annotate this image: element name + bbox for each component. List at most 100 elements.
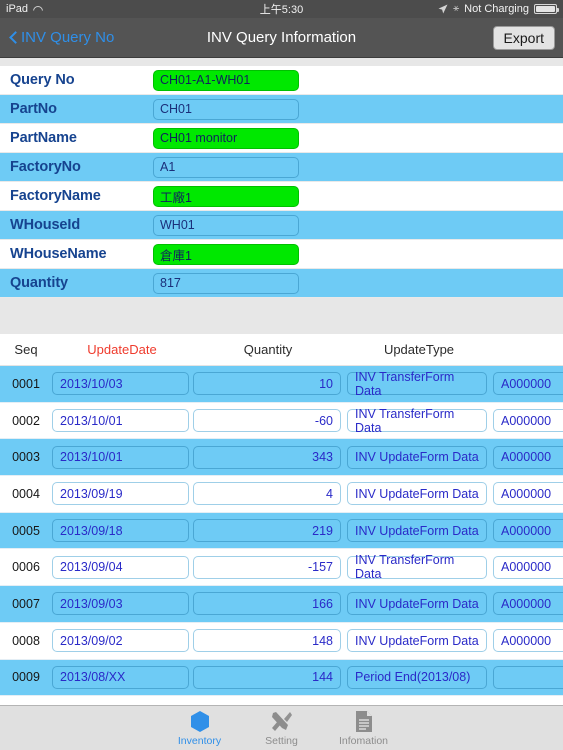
cell-extra[interactable]: A000000 bbox=[493, 592, 563, 616]
cell-extra[interactable]: A000000 bbox=[493, 372, 563, 396]
table-header-row: Seq UpdateDate Quantity UpdateType bbox=[0, 334, 563, 366]
column-header-update-date[interactable]: UpdateDate bbox=[52, 342, 192, 357]
cell-extra[interactable] bbox=[493, 665, 563, 689]
part-name-field[interactable]: CH01 monitor bbox=[153, 127, 299, 149]
cell-quantity[interactable]: 144 bbox=[193, 665, 341, 689]
cell-update-date[interactable]: 2013/09/19 bbox=[52, 482, 189, 506]
table-row[interactable]: 0006 2013/09/04 -157 INV TransferForm Da… bbox=[0, 549, 563, 587]
cell-seq: 0006 bbox=[12, 560, 40, 575]
cell-quantity[interactable]: 4 bbox=[193, 482, 341, 506]
section-spacer bbox=[0, 298, 563, 334]
form-row-part-no: PartNo CH01 bbox=[0, 95, 563, 124]
cell-seq: 0002 bbox=[12, 413, 40, 428]
table-row[interactable]: 0001 2013/10/03 10 INV TransferForm Data… bbox=[0, 366, 563, 403]
cell-update-date[interactable]: 2013/10/03 bbox=[52, 372, 189, 396]
table-row[interactable]: 0004 2013/09/19 4 INV UpdateForm Data A0… bbox=[0, 476, 563, 513]
table-row[interactable]: 0002 2013/10/01 -60 INV TransferForm Dat… bbox=[0, 402, 563, 440]
tab-inventory-label: Inventory bbox=[177, 734, 222, 747]
quantity-field[interactable]: 817 bbox=[153, 272, 299, 294]
factory-name-field[interactable]: 工廠1 bbox=[153, 185, 299, 207]
back-button[interactable]: INV Query No bbox=[8, 29, 114, 46]
tab-inventory[interactable]: Inventory bbox=[159, 710, 241, 747]
location-arrow-icon bbox=[438, 4, 448, 14]
cell-quantity[interactable]: 148 bbox=[193, 629, 341, 653]
cell-update-date[interactable]: 2013/10/01 bbox=[52, 445, 189, 469]
form-row-quantity: Quantity 817 bbox=[0, 269, 563, 298]
column-header-quantity[interactable]: Quantity bbox=[192, 342, 344, 357]
cell-update-type[interactable]: INV TransferForm Data bbox=[347, 553, 487, 581]
cell-update-type[interactable]: INV UpdateForm Data bbox=[347, 445, 487, 469]
cell-update-type[interactable]: INV TransferForm Data bbox=[347, 370, 487, 398]
charging-status-label: Not Charging bbox=[464, 3, 529, 15]
cell-seq: 0008 bbox=[12, 633, 40, 648]
form-label: FactoryNo bbox=[10, 159, 81, 175]
cell-seq: 0007 bbox=[12, 596, 40, 611]
cell-update-date[interactable]: 2013/09/04 bbox=[52, 555, 189, 579]
cell-quantity[interactable]: 343 bbox=[193, 445, 341, 469]
table-row[interactable]: 0007 2013/09/03 166 INV UpdateForm Data … bbox=[0, 586, 563, 623]
history-table: Seq UpdateDate Quantity UpdateType 0001 … bbox=[0, 334, 563, 705]
cell-seq: 0009 bbox=[12, 670, 40, 685]
detail-form: Query No CH01-A1-WH01 PartNo CH01 PartNa… bbox=[0, 66, 563, 298]
cell-quantity[interactable]: 166 bbox=[193, 592, 341, 616]
cell-extra[interactable]: A000000 bbox=[493, 482, 563, 506]
cell-quantity[interactable]: -60 bbox=[193, 409, 341, 433]
form-label: WHouseId bbox=[10, 217, 81, 233]
form-label: PartNo bbox=[10, 101, 57, 117]
cell-update-type[interactable]: INV UpdateForm Data bbox=[347, 519, 487, 543]
cell-seq: 0005 bbox=[12, 523, 40, 538]
bluetooth-icon: ⚹ bbox=[453, 3, 460, 14]
back-button-label: INV Query No bbox=[21, 29, 115, 46]
export-button[interactable]: Export bbox=[492, 25, 555, 50]
form-row-whouse-id: WHouseId WH01 bbox=[0, 211, 563, 240]
cell-quantity[interactable]: 10 bbox=[193, 372, 341, 396]
table-row[interactable]: 0009 2013/08/XX 144 Period End(2013/08) bbox=[0, 659, 563, 697]
cell-update-date[interactable]: 2013/09/18 bbox=[52, 519, 189, 543]
form-label: Quantity bbox=[10, 275, 69, 291]
cell-seq: 0003 bbox=[12, 450, 40, 465]
form-row-part-name: PartName CH01 monitor bbox=[0, 124, 563, 153]
form-label: PartName bbox=[10, 130, 77, 146]
tab-information-label: Infomation bbox=[338, 734, 389, 747]
form-label: FactoryName bbox=[10, 188, 101, 204]
form-row-whouse-name: WHouseName 倉庫1 bbox=[0, 240, 563, 269]
whouse-id-field[interactable]: WH01 bbox=[153, 214, 299, 236]
status-bar-right: ⚹ Not Charging bbox=[438, 3, 559, 15]
cell-update-date[interactable]: 2013/10/01 bbox=[52, 409, 189, 433]
hexagon-icon bbox=[189, 710, 211, 733]
tools-icon bbox=[270, 710, 293, 733]
cell-quantity[interactable]: 219 bbox=[193, 519, 341, 543]
cell-extra[interactable]: A000000 bbox=[493, 519, 563, 543]
cell-update-date[interactable]: 2013/08/XX bbox=[52, 665, 189, 689]
form-label: WHouseName bbox=[10, 246, 107, 262]
cell-extra[interactable]: A000000 bbox=[493, 445, 563, 469]
cell-seq: 0004 bbox=[12, 486, 40, 501]
content-area: Query No CH01-A1-WH01 PartNo CH01 PartNa… bbox=[0, 58, 563, 705]
cell-update-type[interactable]: Period End(2013/08) bbox=[347, 665, 487, 689]
column-header-update-type[interactable]: UpdateType bbox=[344, 342, 494, 357]
cell-update-type[interactable]: INV UpdateForm Data bbox=[347, 482, 487, 506]
cell-extra[interactable]: A000000 bbox=[493, 629, 563, 653]
table-row[interactable]: 0008 2013/09/02 148 INV UpdateForm Data … bbox=[0, 622, 563, 660]
navigation-bar: INV Query No INV Query Information Expor… bbox=[0, 18, 563, 58]
tab-setting[interactable]: Setting bbox=[241, 710, 323, 747]
part-no-field[interactable]: CH01 bbox=[153, 98, 299, 120]
whouse-name-field[interactable]: 倉庫1 bbox=[153, 243, 299, 265]
cell-update-date[interactable]: 2013/09/02 bbox=[52, 629, 189, 653]
cell-extra[interactable]: A000000 bbox=[493, 409, 563, 433]
query-no-field[interactable]: CH01-A1-WH01 bbox=[153, 69, 299, 91]
cell-update-type[interactable]: INV UpdateForm Data bbox=[347, 629, 487, 653]
cell-extra[interactable]: A000000 bbox=[493, 555, 563, 579]
tab-setting-label: Setting bbox=[265, 734, 298, 747]
table-row[interactable]: 0005 2013/09/18 219 INV UpdateForm Data … bbox=[0, 512, 563, 550]
cell-update-date[interactable]: 2013/09/03 bbox=[52, 592, 189, 616]
cell-quantity[interactable]: -157 bbox=[193, 555, 341, 579]
cell-update-type[interactable]: INV TransferForm Data bbox=[347, 407, 487, 435]
factory-no-field[interactable]: A1 bbox=[153, 156, 299, 178]
top-spacer bbox=[0, 58, 563, 66]
table-row[interactable]: 0003 2013/10/01 343 INV UpdateForm Data … bbox=[0, 439, 563, 477]
cell-update-type[interactable]: INV UpdateForm Data bbox=[347, 592, 487, 616]
form-label: Query No bbox=[10, 72, 75, 88]
tab-information[interactable]: Infomation bbox=[323, 710, 405, 747]
battery-icon bbox=[534, 4, 559, 14]
